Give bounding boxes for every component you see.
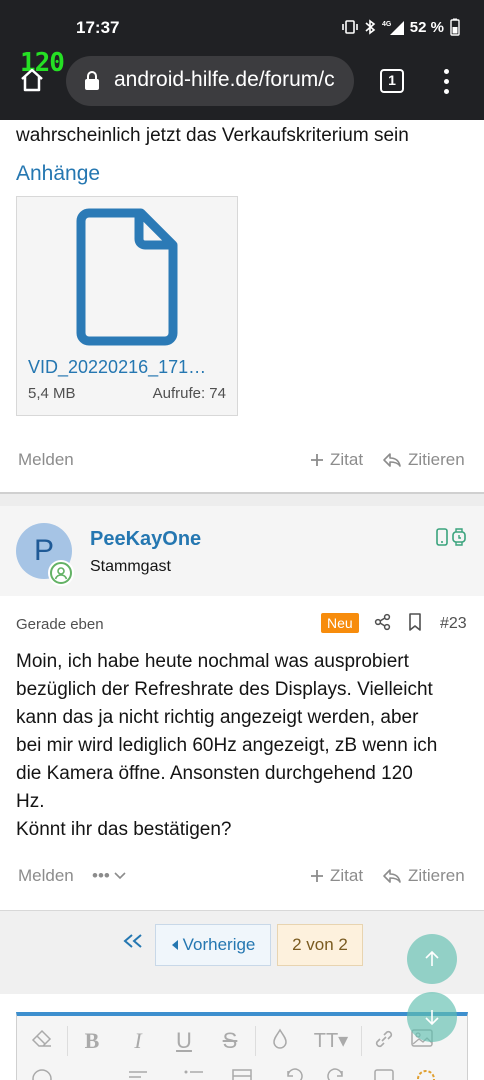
- plus-icon: [311, 454, 323, 466]
- menu-icon[interactable]: [438, 68, 454, 96]
- reply-button[interactable]: Zitieren: [382, 866, 465, 886]
- tab-switcher-button[interactable]: 1: [380, 69, 404, 93]
- italic-icon[interactable]: I: [125, 1028, 151, 1054]
- post-date[interactable]: Gerade eben: [16, 616, 104, 633]
- quote-button[interactable]: Zitat: [310, 450, 363, 470]
- attachments-heading: Anhänge: [16, 162, 101, 185]
- bluetooth-icon: [365, 19, 376, 35]
- post-line: kann das ja nicht richtig angezeigt werd…: [16, 707, 419, 728]
- strikethrough-icon[interactable]: S: [217, 1028, 243, 1054]
- more-label: •••: [92, 866, 110, 885]
- file-icon: [76, 208, 178, 346]
- font-size-icon[interactable]: TT▾: [311, 1028, 351, 1054]
- lock-icon: [85, 71, 99, 90]
- post-line: die Kamera öffne. Ansonsten durchgehend …: [16, 763, 413, 784]
- toolbar-separator: [67, 1026, 68, 1056]
- link-icon[interactable]: [371, 1028, 397, 1054]
- reply-editor[interactable]: B I U S TT▾: [16, 1012, 468, 1080]
- post-actions: Melden Zitat Zitieren: [0, 446, 484, 476]
- username[interactable]: PeeKayOne: [90, 528, 201, 551]
- battery-percent: 52 %: [409, 18, 444, 36]
- post-actions: Melden ••• Zitat Zitieren: [0, 862, 484, 892]
- share-icon[interactable]: [374, 613, 392, 631]
- color-drop-icon[interactable]: [267, 1028, 293, 1054]
- post-user-block: P PeeKayOne Stammgast: [0, 506, 484, 596]
- arrow-up-icon: [425, 950, 439, 966]
- post-text: wahrscheinlich jetzt das Verkaufskriteri…: [16, 125, 409, 146]
- arrow-down-icon: [425, 1010, 439, 1026]
- device-icons: [436, 528, 466, 546]
- attachment-card[interactable]: VID_20220216_171… 5,4 MB Aufrufe: 74: [16, 196, 238, 416]
- browser-chrome: 17:37 4G 52 % 120 android-hilfe.de/forum…: [0, 0, 484, 120]
- post-line: Moin, ich habe heute nochmal was ausprob…: [16, 651, 409, 672]
- report-link[interactable]: Melden: [18, 450, 74, 470]
- post-line: bezüglich der Refreshrate des Displays. …: [16, 679, 433, 700]
- toolbar-separator: [361, 1026, 362, 1056]
- more-options-button[interactable]: •••: [92, 866, 126, 886]
- quote-button[interactable]: Zitat: [310, 866, 363, 886]
- previous-label: Vorherige: [182, 935, 256, 954]
- network-label: 4G: [382, 21, 392, 28]
- reply-icon: [383, 869, 401, 883]
- scroll-top-button[interactable]: [407, 934, 457, 984]
- new-badge: Neu: [321, 613, 359, 633]
- attachment-views: Aufrufe: 74: [152, 385, 226, 402]
- home-icon[interactable]: [18, 66, 46, 94]
- bookmark-icon[interactable]: [408, 613, 422, 631]
- quote-label: Zitat: [330, 866, 364, 885]
- undo-icon[interactable]: [281, 1068, 307, 1080]
- eraser-icon[interactable]: [29, 1028, 55, 1054]
- post-line: Hz.: [16, 791, 45, 812]
- toolbar-separator: [255, 1026, 256, 1056]
- table-icon[interactable]: [229, 1068, 255, 1080]
- user-title: Stammgast: [90, 558, 171, 575]
- chevron-down-icon: [114, 872, 126, 880]
- reply-icon: [383, 453, 401, 467]
- signal-icon: 4G: [382, 21, 404, 35]
- status-time: 17:37: [76, 18, 120, 37]
- address-bar[interactable]: android-hilfe.de/forum/c: [66, 56, 354, 106]
- online-status-icon: [48, 560, 74, 586]
- post-line: bei mir wird lediglich 60Hz angezeigt, z…: [16, 735, 438, 756]
- chevron-left-icon: [171, 940, 178, 950]
- first-page-icon[interactable]: [122, 933, 144, 949]
- attachment-size: 5,4 MB: [28, 385, 76, 402]
- post-number[interactable]: #23: [440, 615, 467, 633]
- battery-icon: [450, 18, 460, 36]
- underline-icon[interactable]: U: [171, 1028, 197, 1054]
- list-icon[interactable]: [181, 1068, 207, 1080]
- previous-page-button[interactable]: Vorherige: [155, 924, 271, 966]
- current-page-indicator[interactable]: 2 von 2: [277, 924, 363, 966]
- report-link[interactable]: Melden: [18, 866, 74, 886]
- post-line: Könnt ihr das bestätigen?: [16, 819, 232, 840]
- reply-label: Zitieren: [408, 450, 465, 469]
- status-bar: 17:37 4G 52 %: [0, 0, 484, 56]
- emoji-icon[interactable]: [29, 1068, 55, 1080]
- settings-icon[interactable]: [413, 1068, 439, 1080]
- post-body: Moin, ich habe heute nochmal was ausprob…: [16, 648, 468, 844]
- post-divider: [0, 492, 484, 506]
- scroll-bottom-button[interactable]: [407, 992, 457, 1042]
- vibrate-icon: [341, 20, 358, 34]
- reply-button[interactable]: Zitieren: [382, 450, 465, 470]
- save-draft-icon[interactable]: [371, 1068, 397, 1080]
- attachment-name[interactable]: VID_20220216_171…: [28, 357, 228, 378]
- reply-label: Zitieren: [408, 866, 465, 885]
- redo-icon[interactable]: [323, 1068, 349, 1080]
- bold-icon[interactable]: B: [79, 1028, 105, 1054]
- phone-icon: [436, 528, 448, 546]
- align-icon[interactable]: [125, 1068, 151, 1080]
- post-meta: Gerade eben Neu #23: [0, 608, 484, 640]
- url-text: android-hilfe.de/forum/c: [114, 68, 335, 91]
- watch-icon: [452, 528, 466, 546]
- plus-icon: [311, 870, 323, 882]
- quote-label: Zitat: [330, 450, 364, 469]
- status-icons: 4G 52 %: [341, 18, 460, 36]
